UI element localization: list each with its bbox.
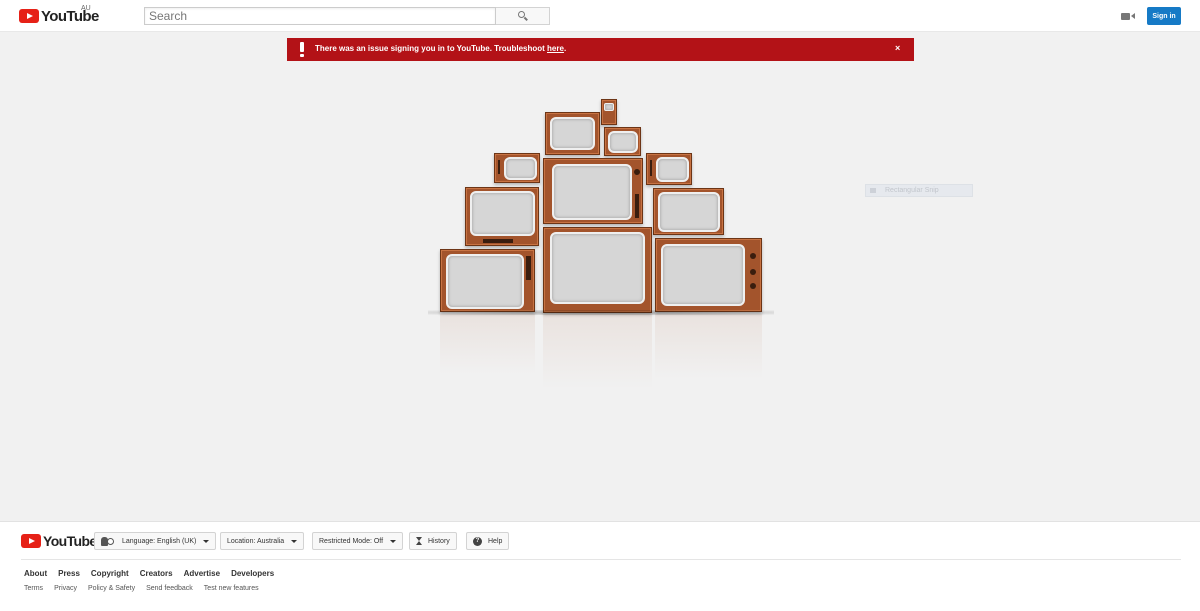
- tv-set: [494, 153, 540, 183]
- tv-set: [655, 238, 762, 312]
- tv-stack-illustration: [0, 0, 1200, 400]
- location-label: Location: Australia: [227, 537, 285, 545]
- history-button[interactable]: History: [409, 532, 457, 550]
- footer-youtube-logo[interactable]: YouTube: [21, 533, 97, 549]
- footer-primary-links: About Press Copyright Creators Advertise…: [24, 569, 285, 578]
- tv-set: [440, 249, 535, 312]
- footer-link-copyright[interactable]: Copyright: [91, 569, 129, 578]
- help-button[interactable]: ? Help: [466, 532, 510, 550]
- tv-set: [653, 188, 724, 235]
- caret-down-icon: [291, 539, 298, 543]
- footer-link-about[interactable]: About: [24, 569, 47, 578]
- footer-link-creators[interactable]: Creators: [140, 569, 173, 578]
- tv-set: [543, 227, 652, 313]
- footer-link-developers[interactable]: Developers: [231, 569, 274, 578]
- tv-set: [545, 112, 600, 155]
- help-icon: ?: [473, 536, 482, 546]
- tv-set: [646, 153, 692, 185]
- tv-set: [604, 127, 641, 156]
- tv-set: [465, 187, 539, 246]
- language-icon: [101, 536, 115, 546]
- snip-label: Rectangular Snip: [885, 187, 939, 194]
- youtube-play-icon: [21, 534, 41, 548]
- restricted-mode-button[interactable]: Restricted Mode: Off: [312, 532, 404, 550]
- tv-set: [601, 99, 617, 125]
- footer-link-policy-safety[interactable]: Policy & Safety: [88, 585, 135, 592]
- language-label: Language: English (UK): [122, 537, 197, 545]
- language-picker-button[interactable]: Language: English (UK): [94, 532, 217, 550]
- footer-divider: [21, 559, 1181, 560]
- caret-down-icon: [390, 539, 397, 543]
- rectangular-snip-overlay: Rectangular Snip: [865, 184, 973, 197]
- location-picker-button[interactable]: Location: Australia: [220, 532, 305, 550]
- footer-secondary-links: Terms Privacy Policy & Safety Send feedb…: [24, 585, 270, 592]
- restricted-mode-label: Restricted Mode: Off: [319, 537, 384, 545]
- hourglass-icon: [416, 536, 422, 546]
- tv-set: [543, 158, 643, 224]
- footer-link-advertise[interactable]: Advertise: [184, 569, 220, 578]
- footer-logo-wordmark: YouTube: [43, 533, 97, 549]
- footer: YouTube Language: English (UK) Location:…: [0, 521, 1200, 611]
- footer-link-terms[interactable]: Terms: [24, 585, 43, 592]
- history-label: History: [428, 537, 450, 545]
- caret-down-icon: [203, 539, 210, 543]
- footer-link-send-feedback[interactable]: Send feedback: [146, 585, 193, 592]
- help-label: Help: [488, 537, 503, 545]
- footer-link-press[interactable]: Press: [58, 569, 80, 578]
- footer-link-test-new-features[interactable]: Test new features: [204, 585, 259, 592]
- footer-link-privacy[interactable]: Privacy: [54, 585, 77, 592]
- snip-icon: [870, 188, 876, 193]
